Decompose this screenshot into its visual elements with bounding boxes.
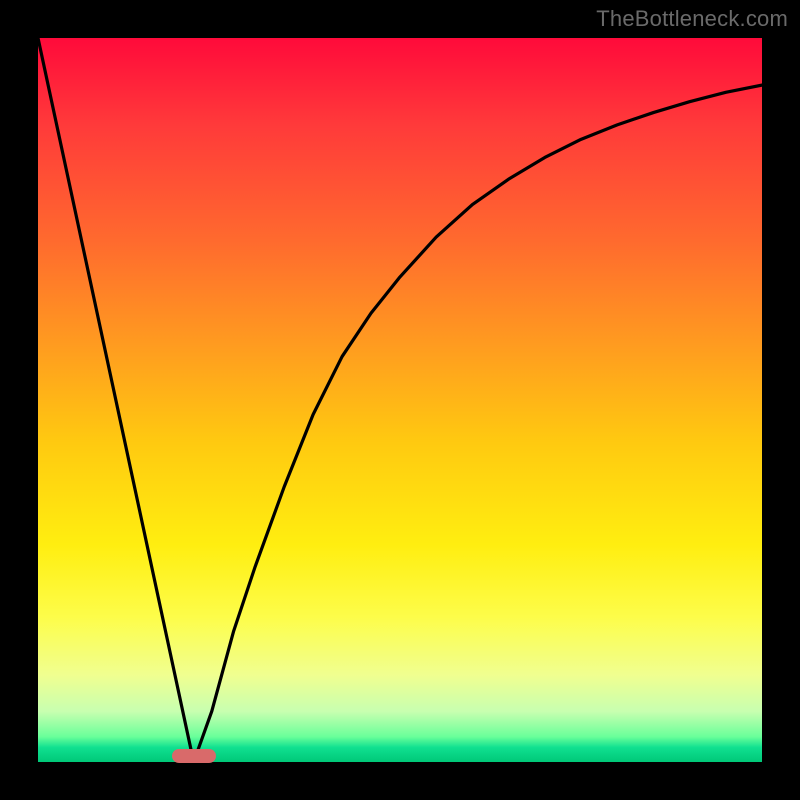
watermark-text: TheBottleneck.com <box>596 6 788 32</box>
bottleneck-marker <box>172 749 216 763</box>
plot-area <box>38 38 762 762</box>
curve-right-ascent <box>194 85 762 762</box>
chart-frame: TheBottleneck.com <box>0 0 800 800</box>
curve-layer <box>38 38 762 762</box>
curve-left-descent <box>38 38 194 762</box>
